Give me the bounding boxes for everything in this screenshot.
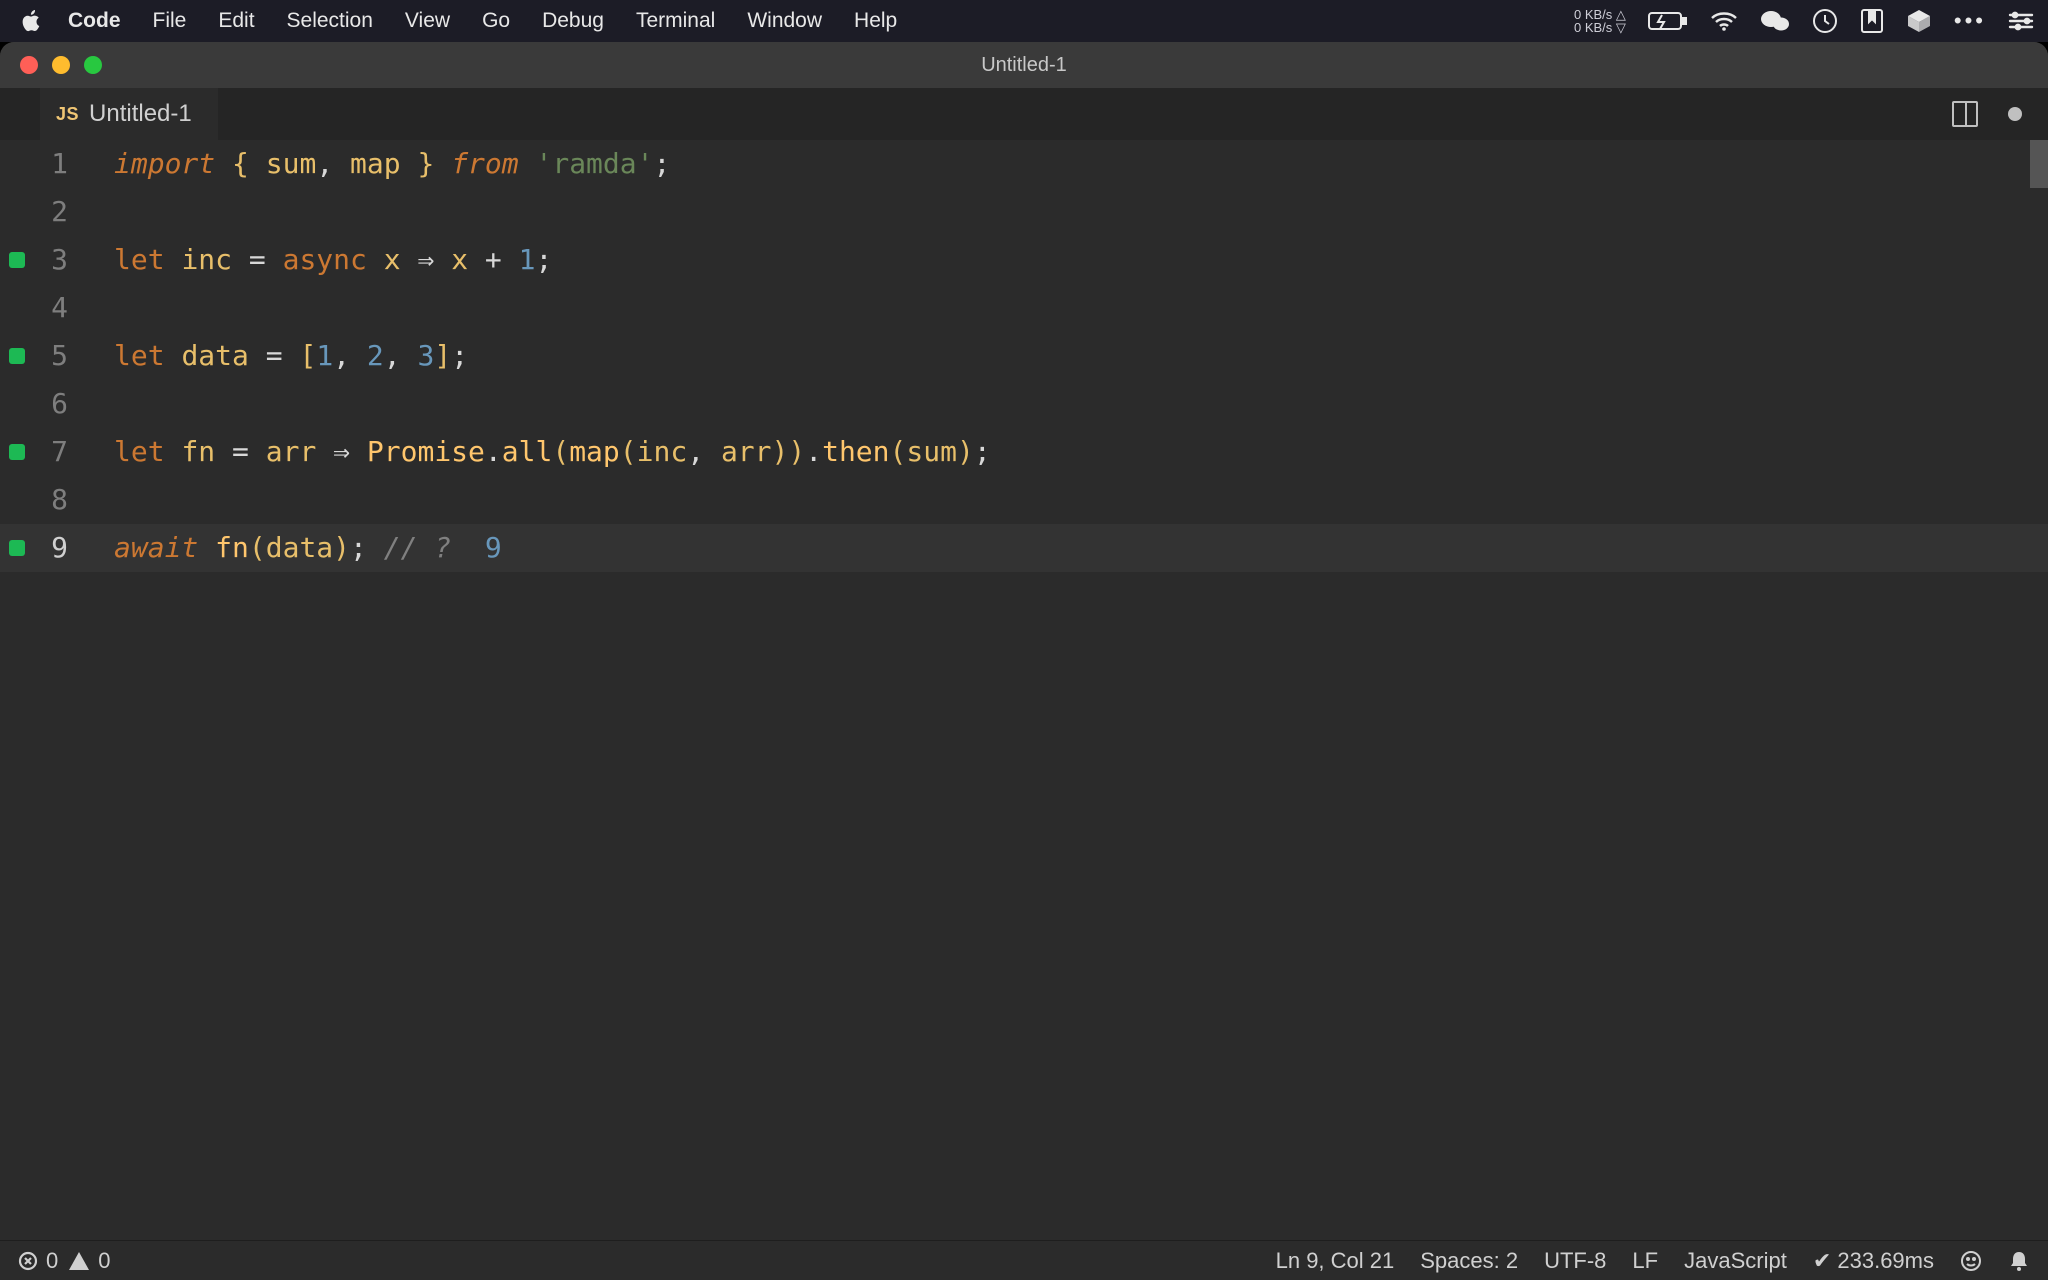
bookmark-icon[interactable] xyxy=(1860,8,1884,34)
editor-tabstrip: JS Untitled-1 xyxy=(0,88,2048,140)
apple-menu-icon[interactable] xyxy=(20,9,44,33)
line-number: 4 xyxy=(34,284,98,332)
status-errors[interactable]: 0 xyxy=(18,1248,58,1274)
menu-window[interactable]: Window xyxy=(747,9,822,33)
code-line[interactable]: 4 xyxy=(0,284,2048,332)
menu-terminal[interactable]: Terminal xyxy=(636,9,715,33)
status-bar: 0 0 Ln 9, Col 21 Spaces: 2 UTF-8 LF Java… xyxy=(0,1240,2048,1280)
wechat-icon[interactable] xyxy=(1760,9,1790,33)
box-icon[interactable] xyxy=(1906,8,1932,34)
status-warnings[interactable]: 0 xyxy=(68,1248,110,1274)
code-editor[interactable]: 1import { sum, map } from 'ramda';23let … xyxy=(0,140,2048,1240)
menu-debug[interactable]: Debug xyxy=(542,9,604,33)
clock-icon[interactable] xyxy=(1812,8,1838,34)
code-line[interactable]: 7let fn = arr ⇒ Promise.all(map(inc, arr… xyxy=(0,428,2048,476)
code-line[interactable]: 3let inc = async x ⇒ x + 1; xyxy=(0,236,2048,284)
traffic-lights xyxy=(20,56,102,74)
status-cursor[interactable]: Ln 9, Col 21 xyxy=(1276,1248,1395,1274)
window-title: Untitled-1 xyxy=(0,54,2048,77)
window-titlebar[interactable]: Untitled-1 xyxy=(0,42,2048,88)
gutter-marker xyxy=(0,540,34,556)
status-spaces[interactable]: Spaces: 2 xyxy=(1420,1248,1518,1274)
gutter-marker xyxy=(0,252,34,268)
window-minimize-button[interactable] xyxy=(52,56,70,74)
menu-go[interactable]: Go xyxy=(482,9,510,33)
window-zoom-button[interactable] xyxy=(84,56,102,74)
code-content[interactable]: let data = [1, 2, 3]; xyxy=(98,332,468,380)
menu-edit[interactable]: Edit xyxy=(218,9,254,33)
line-number: 5 xyxy=(34,332,98,380)
menu-selection[interactable]: Selection xyxy=(287,9,373,33)
bell-icon[interactable] xyxy=(2008,1250,2030,1272)
vscode-window: Untitled-1 JS Untitled-1 1import { sum, … xyxy=(0,42,2048,1280)
window-close-button[interactable] xyxy=(20,56,38,74)
control-center-icon[interactable] xyxy=(2008,11,2034,31)
code-line[interactable]: 8 xyxy=(0,476,2048,524)
tab-title: Untitled-1 xyxy=(89,100,192,128)
menu-app[interactable]: Code xyxy=(68,9,121,33)
menubar-tray: 0 KB/s △ 0 KB/s ▽ xyxy=(1574,8,2034,34)
line-number: 1 xyxy=(34,140,98,188)
status-encoding[interactable]: UTF-8 xyxy=(1544,1248,1606,1274)
editor-tab[interactable]: JS Untitled-1 xyxy=(40,88,218,140)
dirty-indicator-icon[interactable] xyxy=(2008,107,2022,121)
status-language[interactable]: JavaScript xyxy=(1684,1248,1787,1274)
line-number: 8 xyxy=(34,476,98,524)
menu-view[interactable]: View xyxy=(405,9,450,33)
language-badge-icon: JS xyxy=(56,104,79,125)
more-icon[interactable]: ••• xyxy=(1954,8,1986,34)
wifi-icon[interactable] xyxy=(1710,10,1738,32)
code-line[interactable]: 5let data = [1, 2, 3]; xyxy=(0,332,2048,380)
line-number: 7 xyxy=(34,428,98,476)
line-number: 9 xyxy=(34,524,98,572)
code-line[interactable]: 9await fn(data); // ? 9 xyxy=(0,524,2048,572)
line-number: 6 xyxy=(34,380,98,428)
battery-icon[interactable] xyxy=(1648,11,1688,31)
gutter-marker xyxy=(0,444,34,460)
macos-menubar: Code File Edit Selection View Go Debug T… xyxy=(0,0,2048,42)
code-content[interactable]: await fn(data); // ? 9 xyxy=(98,524,502,572)
status-quokka[interactable]: ✔ 233.69ms xyxy=(1813,1248,1934,1274)
menubar-items: Code File Edit Selection View Go Debug T… xyxy=(68,9,897,33)
code-content[interactable]: let fn = arr ⇒ Promise.all(map(inc, arr)… xyxy=(98,428,991,476)
network-speed-icon[interactable]: 0 KB/s △ 0 KB/s ▽ xyxy=(1574,8,1626,34)
code-line[interactable]: 6 xyxy=(0,380,2048,428)
line-number: 2 xyxy=(34,188,98,236)
menu-file[interactable]: File xyxy=(153,9,187,33)
code-content[interactable]: import { sum, map } from 'ramda'; xyxy=(98,140,670,188)
code-content[interactable]: let inc = async x ⇒ x + 1; xyxy=(98,236,552,284)
gutter-marker xyxy=(0,348,34,364)
feedback-icon[interactable] xyxy=(1960,1250,1982,1272)
line-number: 3 xyxy=(34,236,98,284)
menu-help[interactable]: Help xyxy=(854,9,897,33)
split-editor-icon[interactable] xyxy=(1952,101,1978,127)
code-line[interactable]: 2 xyxy=(0,188,2048,236)
status-eol[interactable]: LF xyxy=(1632,1248,1658,1274)
code-line[interactable]: 1import { sum, map } from 'ramda'; xyxy=(0,140,2048,188)
